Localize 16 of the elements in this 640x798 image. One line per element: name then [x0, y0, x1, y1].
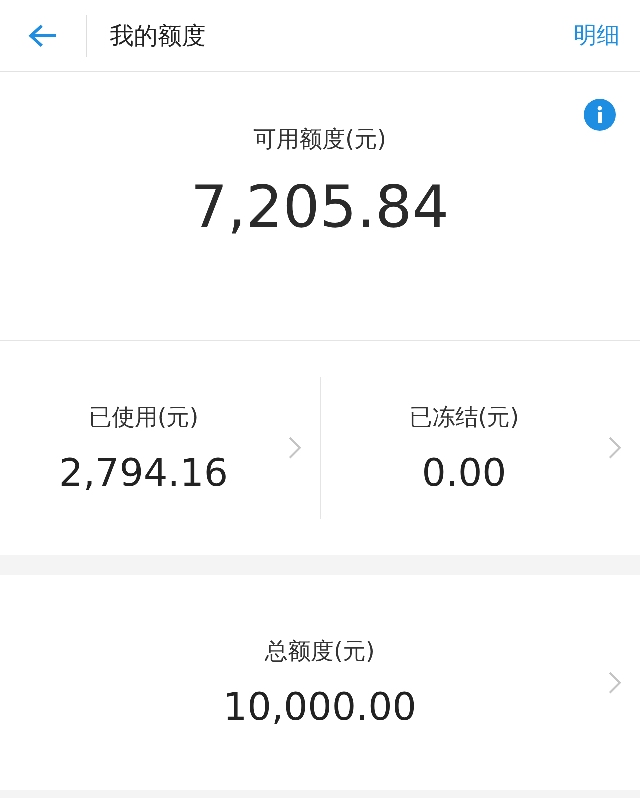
available-label: 可用额度(元) — [254, 126, 386, 155]
total-amount: 10,000.00 — [223, 685, 417, 729]
page-title: 我的额度 — [110, 20, 207, 52]
stat-item[interactable]: 已使用(元) 2,794.16 — [0, 378, 320, 518]
stat-label: 已使用(元) — [88, 404, 199, 432]
chevron-right-icon — [288, 436, 302, 460]
stat-amount: 2,794.16 — [59, 450, 228, 494]
back-arrow-icon — [28, 22, 58, 48]
stat-item[interactable]: 已冻结(元) 0.00 — [320, 378, 640, 518]
chevron-right-icon — [608, 436, 622, 460]
stat-label: 已冻结(元) — [409, 404, 520, 432]
chevron-right-icon — [608, 670, 622, 694]
stat-amount: 0.00 — [422, 450, 507, 494]
info-icon[interactable] — [584, 99, 616, 131]
available-amount: 7,205.84 — [190, 173, 450, 241]
total-label: 总额度(元) — [265, 638, 375, 667]
